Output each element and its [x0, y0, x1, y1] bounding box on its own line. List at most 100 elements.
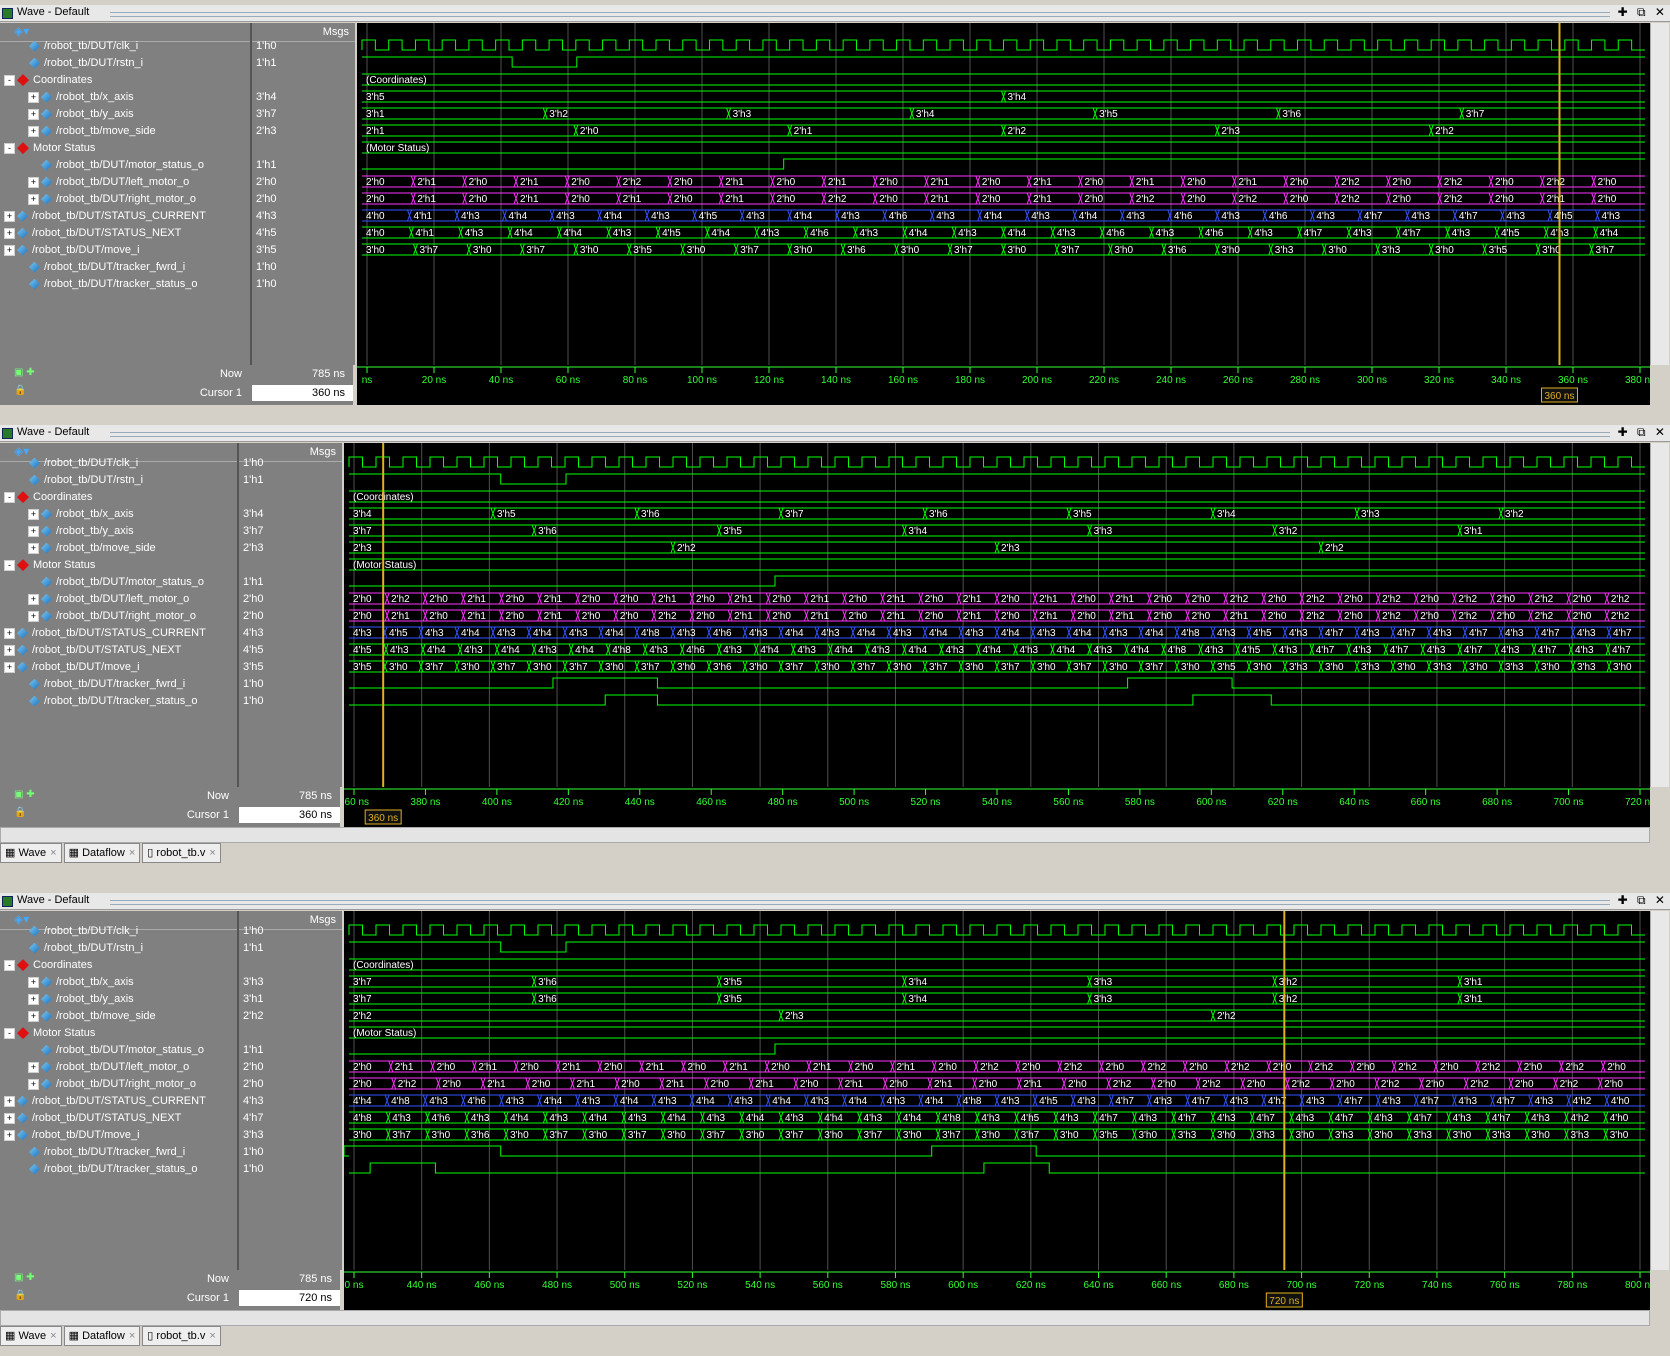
expand-icon[interactable]: +	[28, 91, 39, 103]
signal-row[interactable]: + /robot_tb/DUT/right_motor_o	[28, 191, 196, 207]
signal-row[interactable]: /robot_tb/DUT/motor_status_o	[28, 157, 204, 173]
signal-row[interactable]: - Coordinates	[4, 72, 92, 88]
expand-icon[interactable]: +	[4, 1112, 15, 1124]
signal-row[interactable]: /robot_tb/DUT/clk_i	[16, 38, 138, 54]
close-icon[interactable]: ×	[129, 847, 135, 859]
drag-grip[interactable]	[110, 432, 1610, 437]
signal-row[interactable]: + /robot_tb/x_axis	[28, 974, 134, 990]
expand-icon[interactable]: +	[28, 508, 39, 520]
tab-dataflow[interactable]: ▦ Dataflow ×	[63, 1326, 141, 1346]
signal-row[interactable]: + /robot_tb/DUT/move_i	[4, 242, 140, 258]
expand-icon[interactable]: +	[28, 125, 39, 137]
signal-row[interactable]: - Motor Status	[4, 140, 95, 156]
close-icon[interactable]: ×	[129, 1330, 135, 1342]
signal-row[interactable]: + /robot_tb/move_side	[28, 1008, 156, 1024]
signal-row[interactable]: /robot_tb/DUT/motor_status_o	[28, 574, 204, 590]
tab-robot_tb-v[interactable]: ▯ robot_tb.v ×	[142, 1326, 221, 1346]
footer-icons[interactable]: ▣ ✚	[14, 367, 35, 378]
tab-dataflow[interactable]: ▦ Dataflow ×	[63, 843, 141, 863]
signal-row[interactable]: + /robot_tb/DUT/right_motor_o	[28, 1076, 196, 1092]
time-axis[interactable]: 0 ns 440 ns 460 ns 480 ns 500 ns 520 ns 540 ns…	[344, 1270, 1650, 1310]
drag-grip[interactable]	[110, 900, 1610, 905]
signal-row[interactable]: + /robot_tb/DUT/STATUS_NEXT	[4, 642, 181, 658]
expand-icon[interactable]: +	[28, 176, 39, 188]
signal-row[interactable]: + /robot_tb/x_axis	[28, 506, 134, 522]
signal-row[interactable]: /robot_tb/DUT/motor_status_o	[28, 1042, 204, 1058]
expand-icon[interactable]: +	[28, 193, 39, 205]
signal-row[interactable]: - Coordinates	[4, 489, 92, 505]
expand-icon[interactable]: +	[4, 227, 15, 239]
lock-icon[interactable]: 🔒	[14, 1290, 26, 1301]
signal-row[interactable]: - Motor Status	[4, 557, 95, 573]
signal-row[interactable]: /robot_tb/DUT/clk_i	[16, 455, 138, 471]
waveform-area[interactable]: (Coordinates) 3'h5 3'h4 3'h1 3'h2 3'h3 3'h4 3'h…	[357, 23, 1650, 365]
signal-row[interactable]: + /robot_tb/DUT/left_motor_o	[28, 174, 189, 190]
signal-row[interactable]: + /robot_tb/DUT/move_i	[4, 1127, 140, 1143]
expand-icon[interactable]: +	[4, 210, 15, 222]
lock-icon[interactable]: 🔒	[14, 807, 26, 818]
drag-grip[interactable]	[110, 12, 1610, 17]
title-bar[interactable]: Wave - Default ✚ ⧉ ✕	[0, 425, 1670, 442]
signal-row[interactable]: - Motor Status	[4, 1025, 95, 1041]
time-axis[interactable]: 360 ns 380 ns 400 ns 420 ns 440 ns 460 ns 480 …	[344, 787, 1650, 827]
horizontal-scrollbar[interactable]	[0, 827, 1650, 843]
vertical-scrollbar[interactable]	[1650, 911, 1669, 1270]
signal-row[interactable]: /robot_tb/DUT/tracker_fwrd_i	[16, 259, 185, 275]
signal-row[interactable]: /robot_tb/DUT/tracker_fwrd_i	[16, 1144, 185, 1160]
collapse-icon[interactable]: -	[4, 491, 15, 503]
signal-row[interactable]: + /robot_tb/DUT/move_i	[4, 659, 140, 675]
expand-icon[interactable]: +	[28, 610, 39, 622]
expand-icon[interactable]: +	[28, 1061, 39, 1073]
signal-row[interactable]: + /robot_tb/move_side	[28, 123, 156, 139]
expand-icon[interactable]: +	[4, 1095, 15, 1107]
expand-icon[interactable]: +	[4, 627, 15, 639]
signal-row[interactable]: + /robot_tb/DUT/STATUS_CURRENT	[4, 208, 206, 224]
signal-row[interactable]: + /robot_tb/DUT/STATUS_NEXT	[4, 1110, 181, 1126]
signal-row[interactable]: /robot_tb/DUT/rstn_i	[16, 940, 143, 956]
signal-row[interactable]: + /robot_tb/DUT/STATUS_NEXT	[4, 225, 181, 241]
title-bar[interactable]: Wave - Default ✚ ⧉ ✕	[0, 893, 1670, 910]
title-bar[interactable]: Wave - Default ✚ ⧉ ✕	[0, 5, 1670, 22]
collapse-icon[interactable]: -	[4, 74, 15, 86]
signal-row[interactable]: + /robot_tb/y_axis	[28, 991, 134, 1007]
expand-icon[interactable]: +	[28, 108, 39, 120]
signal-row[interactable]: + /robot_tb/DUT/right_motor_o	[28, 608, 196, 624]
footer-icons[interactable]: ▣ ✚	[14, 1272, 35, 1283]
horizontal-scrollbar[interactable]	[0, 1310, 1650, 1326]
tab-wave[interactable]: ▦ Wave ×	[0, 1326, 62, 1346]
expand-icon[interactable]: +	[28, 976, 39, 988]
collapse-icon[interactable]: -	[4, 559, 15, 571]
close-icon[interactable]: ×	[209, 1330, 215, 1342]
vertical-scrollbar[interactable]	[1650, 443, 1669, 787]
signal-row[interactable]: + /robot_tb/DUT/STATUS_CURRENT	[4, 625, 206, 641]
signal-row[interactable]: - Coordinates	[4, 957, 92, 973]
signal-row[interactable]: /robot_tb/DUT/tracker_status_o	[16, 276, 197, 292]
collapse-icon[interactable]: -	[4, 142, 15, 154]
signal-row[interactable]: + /robot_tb/DUT/STATUS_CURRENT	[4, 1093, 206, 1109]
collapse-icon[interactable]: -	[4, 1027, 15, 1039]
signal-row[interactable]: /robot_tb/DUT/rstn_i	[16, 55, 143, 71]
signal-row[interactable]: + /robot_tb/DUT/left_motor_o	[28, 591, 189, 607]
footer-icons[interactable]: ▣ ✚	[14, 789, 35, 800]
waveform-area[interactable]: (Coordinates) 3'h7 3'h6 3'h5 3'h4 3'h3 3'h2 3'h…	[344, 911, 1650, 1270]
signal-row[interactable]: + /robot_tb/y_axis	[28, 523, 134, 539]
close-icon[interactable]: ×	[50, 847, 56, 859]
time-axis[interactable]: ns 20 ns 40 ns 60 ns 80 ns 100 ns 120 ns 140 ns…	[357, 365, 1650, 405]
lock-icon[interactable]: 🔒	[14, 385, 26, 396]
expand-icon[interactable]: +	[28, 1010, 39, 1022]
signal-row[interactable]: + /robot_tb/x_axis	[28, 89, 134, 105]
waveform-area[interactable]: (Coordinates)3'h43'h53'h63'h73'h63'h53'h…	[344, 443, 1650, 787]
expand-icon[interactable]: +	[28, 1078, 39, 1090]
expand-icon[interactable]: +	[28, 542, 39, 554]
expand-icon[interactable]: +	[28, 993, 39, 1005]
collapse-icon[interactable]: -	[4, 959, 15, 971]
vertical-scrollbar[interactable]	[1650, 23, 1669, 365]
signal-row[interactable]: + /robot_tb/DUT/left_motor_o	[28, 1059, 189, 1075]
signal-row[interactable]: + /robot_tb/move_side	[28, 540, 156, 556]
window-controls[interactable]: ✚ ⧉ ✕	[1617, 5, 1668, 20]
window-controls[interactable]: ✚ ⧉ ✕	[1617, 893, 1668, 908]
expand-icon[interactable]: +	[28, 525, 39, 537]
signal-row[interactable]: + /robot_tb/y_axis	[28, 106, 134, 122]
close-icon[interactable]: ×	[50, 1330, 56, 1342]
signal-row[interactable]: /robot_tb/DUT/tracker_status_o	[16, 693, 197, 709]
